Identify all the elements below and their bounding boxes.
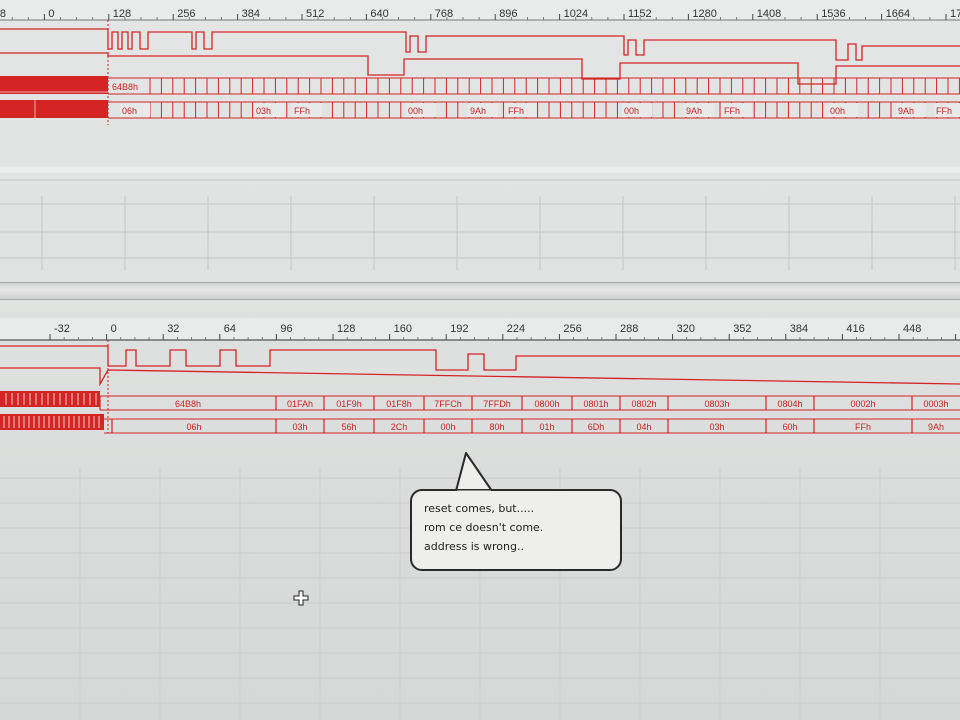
bus-value-bottom-2: FFh [855, 422, 871, 432]
waveform-canvas-top[interactable]: -128 0 128 256 384 512 640 768 896 1024 1152 1280 14… [0, 0, 960, 270]
ruler-tick-label: 32 [167, 323, 179, 335]
bus-value-bottom-2: 60h [782, 422, 797, 432]
bus-value-bottom-1: 0801h [583, 399, 608, 409]
bus-value-bottom-1: 0003h [923, 399, 948, 409]
bus-fill-bottom-1 [0, 391, 100, 407]
ruler-tick-label: 896 [499, 8, 517, 20]
bus-value-bottom-1: 0002h [850, 399, 875, 409]
bus-value-bottom-2: 80h [489, 422, 504, 432]
ruler-tick-label: 1152 [628, 8, 652, 20]
bus-value-top-2: 03h [256, 106, 271, 116]
ruler-tick-label: 384 [790, 323, 808, 335]
bus-value-bottom-2: 9Ah [928, 422, 944, 432]
bus-value-bottom-2: 00h [440, 422, 455, 432]
ruler-tick-label: 128 [337, 323, 355, 335]
bus-value-top-2: 00h [624, 106, 639, 116]
bus-value-bottom-2: 6Dh [588, 422, 605, 432]
ruler-tick-label: 416 [846, 323, 864, 335]
ruler-tick-label: 640 [370, 8, 388, 20]
bus-value-top-2: 9Ah [470, 106, 486, 116]
ruler-tick-label: 1536 [821, 8, 845, 20]
signal-wave-top-2 [0, 52, 960, 85]
ruler-tick-label: -32 [54, 323, 70, 335]
bus-value-top-2: FFh [936, 106, 952, 116]
bus-value-bottom-2: 03h [709, 422, 724, 432]
bus-value-bottom-1: 0804h [777, 399, 802, 409]
bus-value-bottom-1: 01F9h [336, 399, 362, 409]
callout-text: reset comes, but..... rom ce doesn't com… [424, 499, 543, 556]
callout-line: address is wrong.. [424, 540, 524, 553]
signal-wave-bottom-2 [0, 367, 960, 387]
bus-value-bottom-2: 06h [186, 422, 201, 432]
bus-value-top-2: FFh [294, 106, 310, 116]
callout-line: rom ce doesn't come. [424, 521, 544, 534]
ruler-tick-label: 256 [177, 8, 195, 20]
ruler-tick-label: 160 [394, 323, 412, 335]
ruler-tick-label: 768 [435, 8, 453, 20]
bus-value-bottom-2: 01h [539, 422, 554, 432]
ruler-tick-label: 0 [48, 8, 54, 20]
ruler-tick-label: 320 [677, 323, 695, 335]
ruler-tick-label: 128 [113, 8, 131, 20]
bus-value-bottom-1: 01FAh [287, 399, 313, 409]
time-ruler-bottom[interactable] [0, 318, 960, 340]
ruler-tick-label: 192 [450, 323, 468, 335]
ruler-tick-label: 1280 [692, 8, 716, 20]
time-ruler-top[interactable] [0, 0, 960, 20]
bus-fill-top-2 [0, 100, 108, 118]
bus-value-bottom-1: 7FFCh [434, 399, 462, 409]
ruler-tick-label: 64 [224, 323, 236, 335]
ruler-tick-label: 256 [563, 323, 581, 335]
bus-value-bottom-2: 04h [636, 422, 651, 432]
ruler-tick-label: 352 [733, 323, 751, 335]
bus-value-top-2: 00h [408, 106, 423, 116]
bus-value-top-2: 9Ah [686, 106, 702, 116]
bus-value-top-2: FFh [724, 106, 740, 116]
bus-value-bottom-1: 0800h [534, 399, 559, 409]
crosshair-cursor-icon [293, 590, 309, 606]
bus-value-top-1: 64B8h [112, 82, 138, 92]
ruler-tick-label: 1024 [564, 8, 588, 20]
ruler-tick-label: 0 [111, 323, 117, 335]
bus-value-bottom-2: 03h [292, 422, 307, 432]
bus-value-bottom-2: 2Ch [391, 422, 408, 432]
bus-value-top-2: 9Ah [898, 106, 914, 116]
ruler-tick-label: 384 [242, 8, 260, 20]
bus-value-top-2: FFh [508, 106, 524, 116]
annotation-callout: reset comes, but..... rom ce doesn't com… [410, 452, 622, 571]
waveform-pane-top[interactable]: -128 0 128 256 384 512 640 768 896 1024 1152 1280 14… [0, 0, 960, 270]
signal-wave-bottom-1 [0, 345, 960, 371]
ruler-tick-label: 512 [306, 8, 324, 20]
bus-value-bottom-1: 01F8h [386, 399, 412, 409]
bus-value-bottom-1: 64B8h [175, 399, 201, 409]
ruler-tick-label: -128 [0, 8, 6, 20]
bus-value-bottom-1: 0803h [704, 399, 729, 409]
bus-fill-bottom-2 [0, 414, 104, 430]
callout-line: reset comes, but..... [424, 502, 535, 515]
ruler-tick-label: 448 [903, 323, 921, 335]
ruler-tick-label: 224 [507, 323, 525, 335]
ruler-tick-label: 1792 [950, 8, 960, 20]
ruler-tick-label: 288 [620, 323, 638, 335]
bus-fill-top-1 [0, 76, 108, 94]
ruler-tick-label: 1664 [886, 8, 910, 20]
bus-value-bottom-1: 7FFDh [483, 399, 511, 409]
bus-value-bottom-2: 56h [341, 422, 356, 432]
ruler-tick-label: 1408 [757, 8, 781, 20]
bus-value-top-2: 06h [122, 106, 137, 116]
bus-value-bottom-1: 0802h [631, 399, 656, 409]
bus-value-top-2: 00h [830, 106, 845, 116]
ruler-tick-label: 96 [280, 323, 292, 335]
pane-splitter[interactable] [0, 282, 960, 300]
